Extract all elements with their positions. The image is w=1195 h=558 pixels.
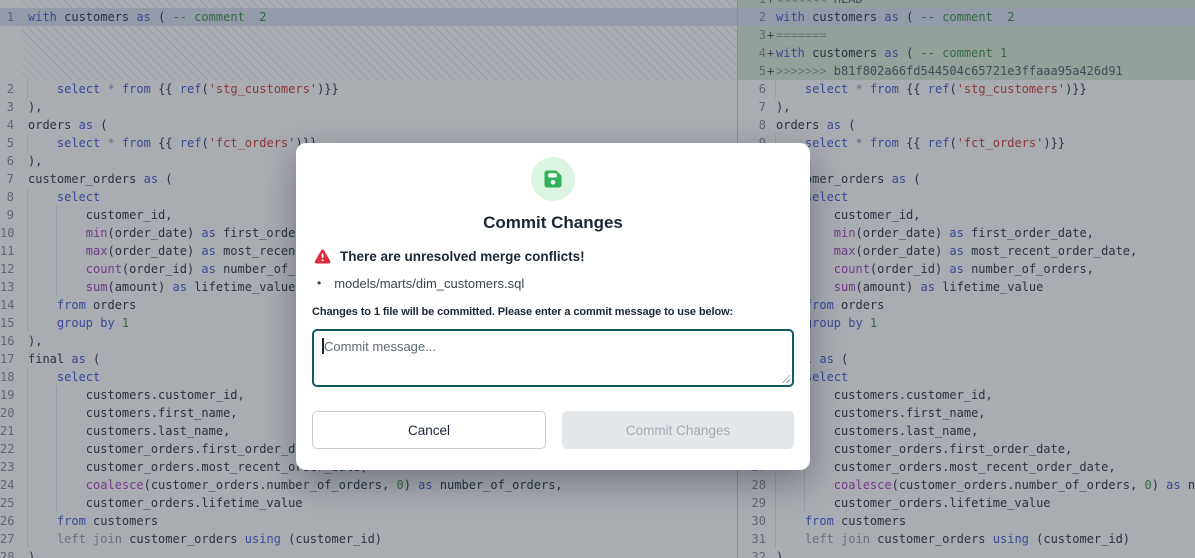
- conflict-file-item: • models/marts/dim_customers.sql: [317, 275, 794, 291]
- commit-changes-button[interactable]: Commit Changes: [562, 411, 794, 449]
- modal-title: Commit Changes: [312, 213, 794, 233]
- text-cursor: [322, 338, 324, 354]
- save-icon: [531, 157, 575, 201]
- cancel-button[interactable]: Cancel: [312, 411, 546, 449]
- warning-text: There are unresolved merge conflicts!: [340, 249, 585, 264]
- bullet-icon: •: [317, 276, 321, 290]
- commit-changes-modal: Commit Changes There are unresolved merg…: [296, 143, 810, 470]
- commit-instruction: Changes to 1 file will be committed. Ple…: [312, 305, 794, 319]
- dbt-ide-screen: 1with customers as ( -- comment 22 selec…: [0, 0, 1195, 558]
- warning-icon: [314, 249, 331, 264]
- conflict-file-path: models/marts/dim_customers.sql: [334, 276, 524, 291]
- commit-message-input[interactable]: [312, 329, 794, 387]
